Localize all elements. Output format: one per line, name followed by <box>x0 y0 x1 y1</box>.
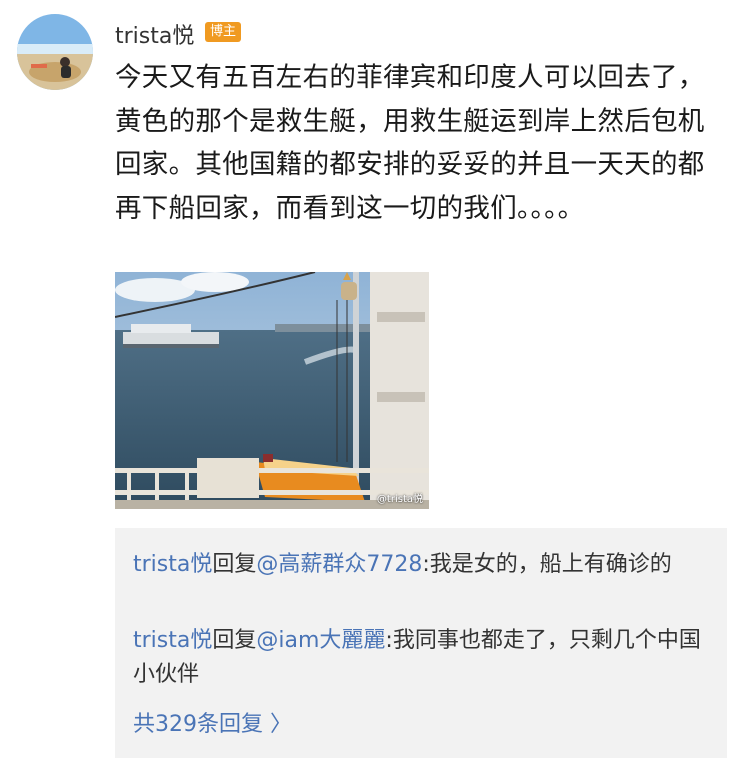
username[interactable]: trista悦 <box>115 18 194 50</box>
post-photo[interactable]: @trista悦 <box>115 272 429 509</box>
post-text: 今天又有五百左右的菲律宾和印度人可以回去了，黄色的那个是救生艇，用救生艇运到岸上… <box>115 62 705 224</box>
reply-mention[interactable]: @iam大麗麗 <box>256 628 385 653</box>
reply-box: trista悦回复@高薪群众7728:我是女的，船上有确诊的 trista悦回复… <box>115 528 727 758</box>
reply-author[interactable]: trista悦 <box>133 552 212 577</box>
reply-verb: 回复 <box>212 552 257 577</box>
reply-item: trista悦回复@iam大麗麗:我同事也都走了，只剩几个中国小伙伴 <box>133 624 718 692</box>
more-replies-link[interactable]: 共329条回复 〉 <box>133 706 292 738</box>
reply-text: :我是女的，船上有确诊的 <box>422 552 672 577</box>
reply-verb: 回复 <box>212 628 257 653</box>
blogger-badge: 博主 <box>205 22 241 42</box>
avatar[interactable] <box>17 14 93 90</box>
reply-author[interactable]: trista悦 <box>133 628 212 653</box>
reply-mention[interactable]: @高薪群众7728 <box>256 552 422 577</box>
photo-watermark: @trista悦 <box>376 494 423 505</box>
reply-item: trista悦回复@高薪群众7728:我是女的，船上有确诊的 <box>133 548 718 582</box>
